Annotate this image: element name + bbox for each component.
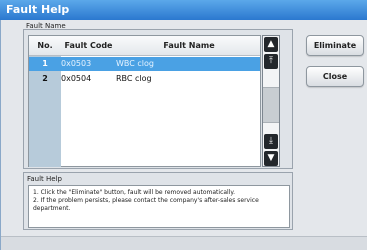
- scroll-bottom-button[interactable]: ▼: [264, 151, 278, 166]
- scroll-top-button[interactable]: ▲: [264, 37, 278, 52]
- fault-help-text: 1. Click the "Eliminate" button, fault w…: [28, 185, 290, 228]
- fault-table[interactable]: No. Fault Code Fault Name 1 0x0503 WBC c…: [28, 35, 261, 167]
- window-titlebar: Fault Help: [0, 0, 367, 20]
- row-fault-code: 0x0503: [61, 59, 92, 68]
- fault-list-group: No. Fault Code Fault Name 1 0x0503 WBC c…: [23, 29, 293, 169]
- row-no: 2: [42, 74, 48, 83]
- row-fault-name: WBC clog: [116, 59, 154, 68]
- table-row[interactable]: 1 0x0503 WBC clog: [29, 57, 260, 71]
- help-line-2: 2. If the problem persists, please conta…: [33, 197, 259, 212]
- fault-help-group: Fault Help 1. Click the "Eliminate" butt…: [23, 172, 293, 230]
- column-header-no: No.: [37, 41, 53, 50]
- row-fault-code: 0x0504: [61, 74, 92, 83]
- bottom-strip: [1, 236, 367, 250]
- help-line-1: 1. Click the "Eliminate" button, fault w…: [33, 189, 235, 196]
- vertical-scrollbar[interactable]: ▲ ⤒ ⤓ ▼: [262, 35, 280, 167]
- eliminate-button[interactable]: Eliminate: [306, 35, 364, 56]
- column-header-fault-name: Fault Name: [163, 41, 215, 50]
- table-header: No. Fault Code Fault Name: [29, 36, 260, 56]
- column-header-fault-code: Fault Code: [64, 41, 113, 50]
- fault-help-group-label: Fault Help: [27, 175, 62, 183]
- window-title: Fault Help: [6, 3, 70, 16]
- close-button[interactable]: Close: [306, 66, 364, 87]
- table-row[interactable]: 2 0x0504 RBC clog: [29, 72, 260, 86]
- page-down-button[interactable]: ⤓: [264, 134, 278, 149]
- row-fault-name: RBC clog: [116, 74, 152, 83]
- page-up-button[interactable]: ⤒: [264, 54, 278, 69]
- row-no: 1: [42, 59, 48, 68]
- fault-help-dialog: Fault Name No. Fault Code Fault Name 1 0…: [0, 20, 367, 250]
- scroll-thumb[interactable]: [263, 87, 279, 123]
